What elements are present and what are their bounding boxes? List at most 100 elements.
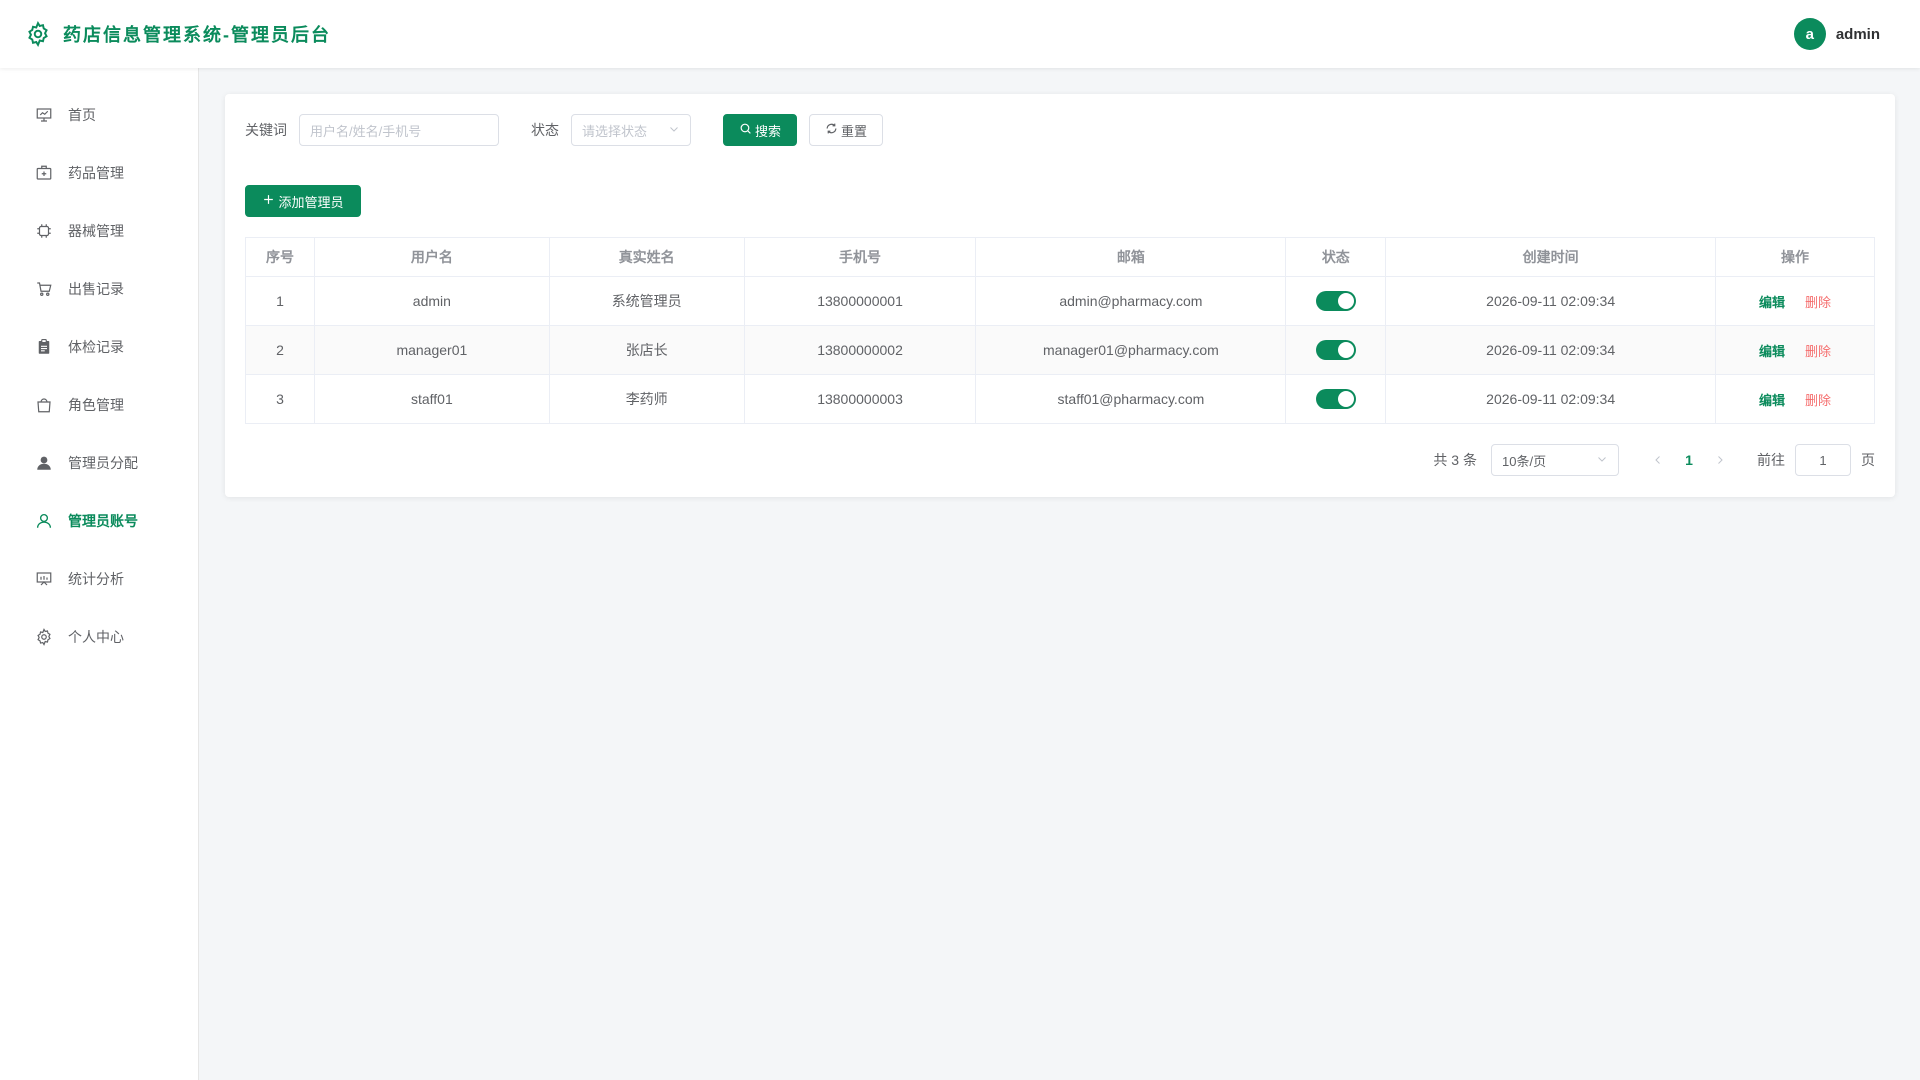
reset-button-label: 重置: [840, 123, 867, 139]
reset-button[interactable]: 重置: [809, 114, 883, 146]
status-toggle[interactable]: [1315, 389, 1356, 409]
column-header: 邮箱: [975, 237, 1287, 277]
delete-button[interactable]: 删除: [1805, 344, 1831, 359]
cell-realname: 李药师: [548, 374, 745, 424]
status-select-placeholder: 请选择状态: [582, 123, 648, 139]
column-header: 序号: [245, 237, 315, 277]
cell-status: [1285, 374, 1387, 424]
status-select[interactable]: 请选择状态: [571, 114, 691, 146]
chevron-down-icon: [668, 123, 680, 138]
page-size-select[interactable]: 10条/页: [1491, 444, 1619, 476]
cell-username: manager01: [313, 325, 550, 375]
search-button[interactable]: 搜索: [723, 114, 797, 146]
cell-realname: 系统管理员: [548, 276, 745, 326]
sidebar-item-label: 管理员账号: [68, 513, 138, 529]
cell-index: 3: [245, 374, 315, 424]
cell-username: admin: [313, 276, 550, 326]
sidebar-item-label: 统计分析: [68, 571, 124, 587]
status-toggle[interactable]: [1315, 291, 1356, 311]
add-admin-button[interactable]: 添加管理员: [245, 185, 361, 217]
cell-created: 2026-09-11 02:09:34: [1385, 276, 1717, 326]
user-icon: [35, 512, 53, 530]
status-toggle[interactable]: [1315, 340, 1356, 360]
keyword-input[interactable]: 用户名/姓名/手机号: [299, 114, 499, 146]
sidebar-item-label: 体检记录: [68, 339, 124, 355]
cell-status: [1285, 325, 1387, 375]
column-header: 真实姓名: [548, 237, 745, 277]
admin-list-card: 关键词 用户名/姓名/手机号 状态 请选择状态 搜索 重置 添加管理员 序号 用…: [225, 94, 1895, 497]
cell-created: 2026-09-11 02:09:34: [1385, 374, 1717, 424]
edit-button[interactable]: 编辑: [1759, 393, 1785, 408]
sidebar-item-label: 器械管理: [68, 223, 124, 239]
column-header: 手机号: [743, 237, 977, 277]
page-number-button[interactable]: 1: [1673, 452, 1705, 468]
sidebar-item-equipment[interactable]: 器械管理: [0, 202, 198, 260]
goto-page-input[interactable]: 1: [1795, 444, 1851, 476]
cell-created: 2026-09-11 02:09:34: [1385, 325, 1717, 375]
cell-email: manager01@pharmacy.com: [975, 325, 1287, 375]
status-label: 状态: [531, 122, 559, 138]
page-size-value: 10条/页: [1502, 453, 1547, 469]
sidebar-item-statistics[interactable]: 统计分析: [0, 550, 198, 608]
cell-phone: 13800000002: [743, 325, 977, 375]
sidebar-item-checkup[interactable]: 体检记录: [0, 318, 198, 376]
delete-button[interactable]: 删除: [1805, 295, 1831, 310]
keyword-label: 关键词: [245, 122, 287, 138]
chevron-down-icon: [1596, 453, 1608, 468]
admin-table: 序号 用户名 真实姓名 手机号 邮箱 状态 创建时间 操作 1 admin 系统…: [245, 237, 1875, 424]
sidebar-item-label: 首页: [68, 107, 96, 123]
page-suffix: 页: [1861, 452, 1875, 468]
cell-status: [1285, 276, 1387, 326]
sidebar-item-admin-accounts[interactable]: 管理员账号: [0, 492, 198, 550]
sidebar-item-medicine[interactable]: 药品管理: [0, 144, 198, 202]
top-header: 药店信息管理系统-管理员后台 a admin: [0, 0, 1920, 68]
cell-realname: 张店长: [548, 325, 745, 375]
cart-icon: [35, 280, 53, 298]
cell-actions: 编辑 删除: [1715, 325, 1875, 375]
search-button-label: 搜索: [754, 123, 781, 139]
username[interactable]: admin: [1836, 26, 1880, 43]
user-filled-icon: [35, 454, 53, 472]
sidebar-item-label: 个人中心: [68, 629, 124, 645]
cell-email: admin@pharmacy.com: [975, 276, 1287, 326]
add-admin-label: 添加管理员: [278, 194, 344, 210]
goto-label: 前往: [1757, 452, 1785, 468]
column-header: 操作: [1715, 237, 1875, 277]
search-form: 关键词 用户名/姓名/手机号 状态 请选择状态 搜索 重置: [245, 114, 883, 146]
sidebar: 首页 药品管理 器械管理 出售记录 体检记录 角色管理 管理员分配 管理员账号 …: [0, 68, 199, 1080]
clipboard-icon: [35, 338, 53, 356]
search-icon: [739, 122, 755, 138]
setting-icon: [35, 628, 53, 646]
cell-actions: 编辑 删除: [1715, 276, 1875, 326]
pagination-total: 共 3 条: [1433, 452, 1477, 468]
avatar[interactable]: a: [1793, 18, 1826, 50]
cpu-icon: [35, 222, 53, 240]
sidebar-item-label: 出售记录: [68, 281, 124, 297]
sidebar-item-profile[interactable]: 个人中心: [0, 608, 198, 666]
edit-button[interactable]: 编辑: [1759, 295, 1785, 310]
cell-email: staff01@pharmacy.com: [975, 374, 1287, 424]
pagination: 共 3 条 10条/页 1 前往 1 页: [1433, 444, 1875, 476]
table-row: 2 manager01 张店长 13800000002 manager01@ph…: [245, 325, 1875, 375]
cell-index: 2: [245, 325, 315, 375]
cell-username: staff01: [313, 374, 550, 424]
delete-button[interactable]: 删除: [1805, 393, 1831, 408]
table-row: 3 staff01 李药师 13800000003 staff01@pharma…: [245, 374, 1875, 424]
edit-button[interactable]: 编辑: [1759, 344, 1785, 359]
brand: 药店信息管理系统-管理员后台: [25, 21, 331, 47]
sidebar-item-admin-assign[interactable]: 管理员分配: [0, 434, 198, 492]
cell-phone: 13800000001: [743, 276, 977, 326]
cell-phone: 13800000003: [743, 374, 977, 424]
user-menu[interactable]: a admin: [1793, 18, 1880, 50]
medicine-box-icon: [35, 164, 53, 182]
sidebar-item-sales[interactable]: 出售记录: [0, 260, 198, 318]
sidebar-item-roles[interactable]: 角色管理: [0, 376, 198, 434]
prev-page-button[interactable]: [1643, 454, 1673, 466]
table-header-row: 序号 用户名 真实姓名 手机号 邮箱 状态 创建时间 操作: [245, 237, 1875, 277]
column-header: 创建时间: [1385, 237, 1717, 277]
plus-icon: [262, 193, 278, 209]
sidebar-item-home[interactable]: 首页: [0, 86, 198, 144]
data-board-icon: [35, 570, 53, 588]
next-page-button[interactable]: [1705, 454, 1735, 466]
column-header: 用户名: [313, 237, 550, 277]
